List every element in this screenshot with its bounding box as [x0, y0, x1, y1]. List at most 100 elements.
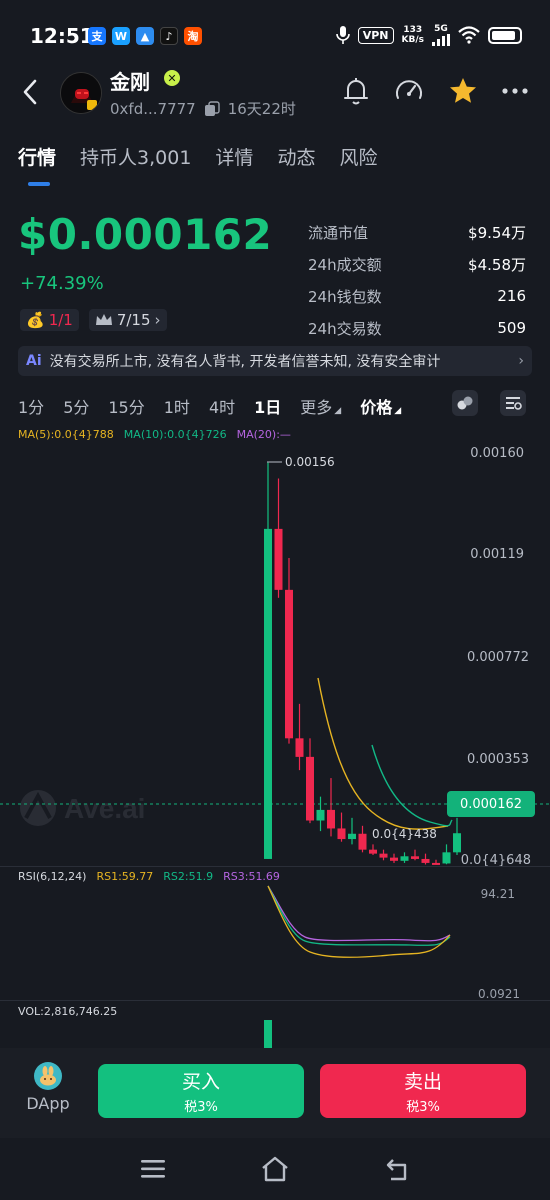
- y-tick-1: 0.00160: [470, 446, 524, 461]
- candle-body: [348, 833, 356, 840]
- moneybag-badge[interactable]: 💰 1/1: [20, 309, 79, 331]
- more-timeframes-dropdown[interactable]: 更多 ◢: [300, 394, 341, 418]
- battery-icon: [488, 26, 522, 44]
- rsi2-line: [267, 885, 451, 946]
- chart-watermark: Ave.ai: [20, 790, 145, 826]
- microphone-icon: [335, 26, 350, 44]
- max-price-label: 0.00156: [285, 455, 335, 469]
- ma5-line: [317, 677, 449, 830]
- status-time: 12:51: [30, 24, 94, 48]
- candle-body: [306, 756, 314, 821]
- dapp-button[interactable]: DApp: [18, 1062, 78, 1113]
- candle-body: [337, 828, 346, 840]
- timeframe-1h[interactable]: 1时: [164, 394, 190, 418]
- timeframe-15m[interactable]: 15分: [108, 394, 144, 418]
- back-nav-icon[interactable]: [385, 1156, 411, 1182]
- price-mode-dropdown[interactable]: 价格 ◢: [360, 394, 401, 418]
- candle-body: [400, 856, 409, 861]
- tab-risk[interactable]: 风险: [339, 143, 377, 170]
- candle-body: [453, 833, 461, 853]
- system-nav-bar: [0, 1138, 550, 1200]
- status-indicators: VPN 133 KB/s 5G: [335, 24, 522, 46]
- rsi-min-label: 0.0921: [478, 987, 520, 1000]
- candle-body: [358, 833, 367, 850]
- y-tick-4: 0.000353: [467, 752, 529, 767]
- tab-bar: 行情 持币人3,001 详情 动态 风险: [18, 143, 377, 170]
- favorite-star-icon[interactable]: [448, 76, 478, 106]
- vpn-indicator: VPN: [357, 26, 394, 44]
- crown-badge[interactable]: 7/15 ›: [88, 309, 167, 331]
- network-speed: 133 KB/s: [401, 25, 424, 45]
- current-price-tag: 0.000162: [447, 791, 535, 817]
- browser-icon: W: [112, 27, 130, 45]
- volume-bar: [264, 1020, 272, 1048]
- ma10-line: [371, 744, 453, 827]
- status-app-icons: 支 W ▲ ♪ 淘: [88, 27, 202, 45]
- chevron-right-icon: ›: [518, 353, 524, 369]
- tiktok-icon: ♪: [160, 27, 178, 45]
- signal-icon: 5G: [432, 24, 450, 46]
- buy-button[interactable]: 买入 税3%: [98, 1064, 304, 1118]
- active-tab-indicator: [28, 182, 50, 186]
- token-address-row[interactable]: 0xfd...7777 16天22时: [110, 98, 296, 119]
- indicator-icon[interactable]: [452, 390, 478, 416]
- home-icon[interactable]: [260, 1156, 290, 1182]
- app-store-icon: ▲: [136, 27, 154, 45]
- timeframe-4h[interactable]: 4时: [209, 394, 235, 418]
- timeframe-1d[interactable]: 1日: [254, 394, 281, 418]
- tab-market[interactable]: 行情: [18, 143, 56, 170]
- volume-label: VOL:2,816,746.25: [18, 1005, 118, 1018]
- taobao-icon: 淘: [184, 27, 202, 45]
- stats-panel: 流通市值 $9.54万 24h成交额 $4.58万 24h钱包数 216 24h交易数…: [308, 216, 526, 344]
- back-arrow-icon[interactable]: [20, 78, 40, 106]
- timeframe-5m[interactable]: 5分: [63, 394, 89, 418]
- more-icon[interactable]: [502, 76, 528, 106]
- token-avatar: [60, 72, 102, 114]
- stat-24h-wallets: 24h钱包数 216: [308, 287, 526, 306]
- menu-icon[interactable]: [141, 1158, 165, 1180]
- svg-text:Ave.ai: Ave.ai: [64, 793, 145, 824]
- token-address: 0xfd...7777: [110, 99, 196, 118]
- header-actions: [342, 76, 528, 106]
- candle-body: [379, 853, 388, 858]
- tab-holders[interactable]: 持币人3,001: [80, 143, 191, 170]
- candle-body: [327, 809, 335, 829]
- tab-activity[interactable]: 动态: [277, 143, 315, 170]
- candle-body: [316, 809, 325, 821]
- min-price-label: 0.0{4}438: [372, 827, 437, 841]
- candle-body: [390, 857, 398, 861]
- gauge-icon[interactable]: [394, 76, 424, 106]
- alipay-icon: 支: [88, 27, 106, 45]
- rsi3-line: [267, 885, 451, 942]
- verified-icon: ✕: [164, 70, 180, 86]
- bell-icon[interactable]: [342, 76, 370, 106]
- token-age: 16天22时: [227, 100, 296, 118]
- tab-details[interactable]: 详情: [215, 143, 253, 170]
- timeframe-bar: 1分 5分 15分 1时 4时 1日 更多 ◢ 价格 ◢: [18, 394, 401, 418]
- banner-text: 没有交易所上市, 没有名人背书, 开发者信誉未知, 没有安全审计: [49, 354, 441, 370]
- risk-info-banner[interactable]: Ai 没有交易所上市, 没有名人背书, 开发者信誉未知, 没有安全审计 ›: [18, 346, 532, 376]
- stat-market-cap: 流通市值 $9.54万: [308, 223, 526, 242]
- timeframe-1m[interactable]: 1分: [18, 394, 44, 418]
- price-change: +74.39%: [20, 273, 104, 294]
- copy-icon[interactable]: [204, 100, 220, 117]
- candle-body: [411, 856, 419, 859]
- divider: [0, 866, 550, 867]
- chart-settings-icon[interactable]: [500, 390, 526, 416]
- rsi1-line: [267, 885, 451, 958]
- current-price: $0.000162: [18, 210, 273, 259]
- chart-tools: [452, 390, 526, 416]
- sell-button[interactable]: 卖出 税3%: [320, 1064, 526, 1118]
- candle-body: [295, 738, 304, 757]
- pancake-bunny-icon: [34, 1062, 62, 1090]
- chevron-right-icon: ›: [154, 311, 161, 329]
- badge-row: 💰 1/1 7/15 ›: [20, 309, 167, 331]
- rsi-chart[interactable]: 94.21 0.0921: [0, 880, 550, 1000]
- token-name: 金刚: [110, 70, 150, 94]
- candle-body: [369, 849, 377, 854]
- wifi-icon: [458, 26, 480, 44]
- y-tick-3: 0.000772: [467, 650, 529, 665]
- rsi-max-label: 94.21: [481, 887, 515, 901]
- candle-body: [421, 858, 430, 863]
- divider: [0, 1000, 550, 1001]
